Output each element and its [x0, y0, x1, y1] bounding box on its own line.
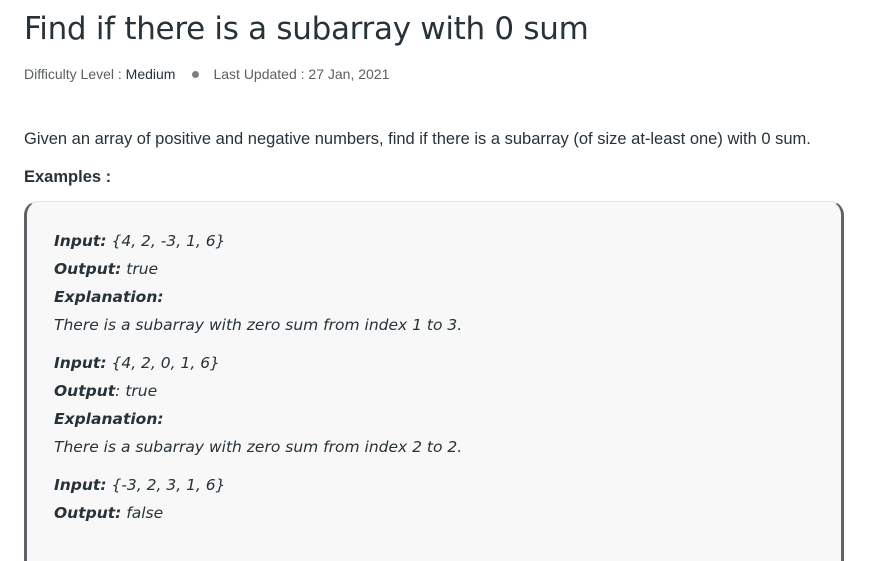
- page-title: Find if there is a subarray with 0 sum: [24, 11, 589, 47]
- explanation-label: Explanation:: [54, 288, 164, 306]
- input-value: {-3, 2, 3, 1, 6}: [106, 476, 226, 494]
- examples-block: Input: {4, 2, -3, 1, 6} Output: true Exp…: [24, 201, 844, 561]
- output-label: Output: [54, 382, 116, 400]
- example-3: Input: {-3, 2, 3, 1, 6} Output: false: [54, 471, 226, 527]
- last-updated-value: 27 Jan, 2021: [308, 66, 390, 82]
- explanation-label: Explanation:: [54, 410, 164, 428]
- difficulty-label: Difficulty Level :: [24, 66, 126, 82]
- difficulty-value: Medium: [125, 66, 176, 82]
- example-input: Input: {4, 2, -3, 1, 6}: [54, 227, 462, 255]
- last-updated-label: Last Updated :: [213, 66, 309, 82]
- example-input: Input: {4, 2, 0, 1, 6}: [54, 349, 462, 377]
- example-input: Input: {-3, 2, 3, 1, 6}: [54, 471, 226, 499]
- separator-dot: [192, 70, 200, 78]
- output-value: true: [121, 260, 159, 278]
- example-2: Input: {4, 2, 0, 1, 6} Output: true Expl…: [54, 349, 462, 461]
- input-label: Input:: [54, 232, 107, 250]
- example-output: Output: true: [54, 255, 462, 283]
- input-label: Input:: [54, 354, 107, 372]
- example-explanation-text: There is a subarray with zero sum from i…: [54, 316, 463, 334]
- example-explanation-label: Explanation:: [54, 405, 462, 433]
- example-output: Output: false: [54, 499, 226, 527]
- problem-statement: Given an array of positive and negative …: [24, 130, 811, 148]
- input-value: {4, 2, 0, 1, 6}: [106, 354, 220, 372]
- article-meta: Difficulty Level : Medium Last Updated : …: [24, 66, 389, 82]
- example-explanation-label: Explanation:: [54, 283, 462, 311]
- example-output: Output: true: [54, 377, 462, 405]
- input-value: {4, 2, -3, 1, 6}: [106, 232, 226, 250]
- output-label: Output:: [54, 260, 122, 278]
- output-value: : true: [115, 382, 158, 400]
- example-1: Input: {4, 2, -3, 1, 6} Output: true Exp…: [54, 227, 462, 339]
- output-value: false: [121, 504, 164, 522]
- example-explanation-text: There is a subarray with zero sum from i…: [54, 438, 463, 456]
- output-label: Output:: [54, 504, 122, 522]
- examples-heading: Examples :: [24, 168, 112, 186]
- input-label: Input:: [54, 476, 107, 494]
